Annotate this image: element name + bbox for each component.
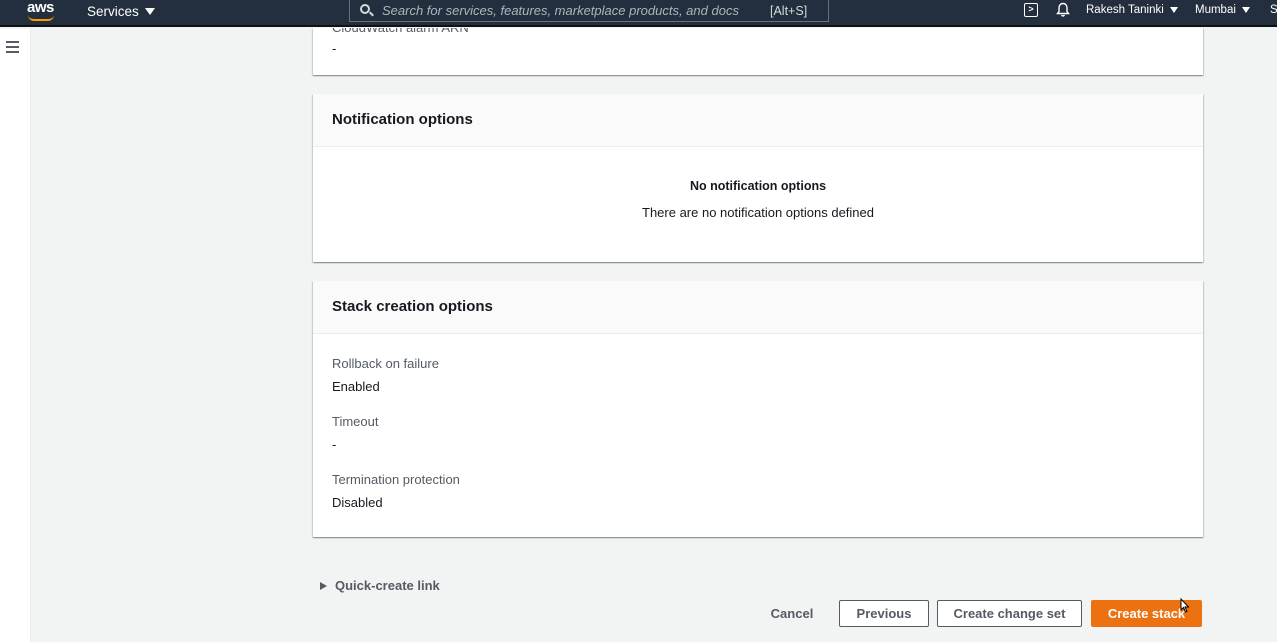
aws-logo[interactable]: aws [26,0,58,23]
notification-options-card: Notification options No notification opt… [313,94,1203,262]
kv-label: Termination protection [332,472,460,487]
empty-state-description: There are no notification options define… [642,205,874,220]
caret-down-icon [1241,7,1250,13]
top-navigation: aws Services [Alt+S] > Rakesh Taninki Mu… [0,0,1277,27]
quick-create-link-label: Quick-create link [335,578,440,593]
quick-create-link-expander[interactable]: Quick-create link [320,578,440,593]
caret-right-icon [320,581,327,590]
search-bar[interactable]: [Alt+S] [349,0,829,22]
region-label: Mumbai [1195,4,1236,16]
stack-creation-options-title: Stack creation options [313,281,1203,334]
kv-label: Timeout [332,414,379,429]
cancel-button[interactable]: Cancel [760,600,824,627]
services-menu[interactable]: Services [87,2,155,20]
empty-state-title: No notification options [689,179,827,193]
kv-label: Rollback on failure [332,356,439,371]
search-input[interactable] [378,3,768,18]
previous-button[interactable]: Previous [839,600,929,627]
account-menu[interactable]: Rakesh Taninki [1086,4,1178,16]
termination-protection: Termination protection Disabled [332,472,460,510]
caret-down-icon [144,7,155,15]
search-shortcut: [Alt+S] [770,3,808,18]
stack-details-card: CloudWatch alarm ARN - [313,28,1203,75]
create-change-set-button[interactable]: Create change set [937,600,1082,627]
notification-options-title: Notification options [313,94,1203,147]
timeout: Timeout - [332,414,378,452]
caret-down-icon [1169,7,1178,13]
user-name: Rakesh Taninki [1086,4,1164,16]
kv-value: - [332,437,337,452]
cloudwatch-alarm-arn-value: - [332,41,337,56]
region-menu[interactable]: Mumbai [1195,4,1250,16]
cloudshell-icon[interactable]: > [1024,3,1038,17]
services-label: Services [87,3,139,19]
kv-value: Enabled [332,379,380,394]
rollback-on-failure: Rollback on failure Enabled [332,356,439,394]
stack-creation-options-card: Stack creation options Rollback on failu… [313,281,1203,537]
bell-icon[interactable] [1056,2,1070,18]
kv-value: Disabled [332,495,383,510]
aws-smile-icon [28,15,54,21]
cursor-icon [1180,598,1190,613]
support-menu[interactable]: S [1270,4,1277,16]
sidebar [0,29,31,642]
search-icon [350,0,378,22]
hamburger-icon[interactable] [6,41,19,53]
aws-logo-text: aws [27,0,54,16]
